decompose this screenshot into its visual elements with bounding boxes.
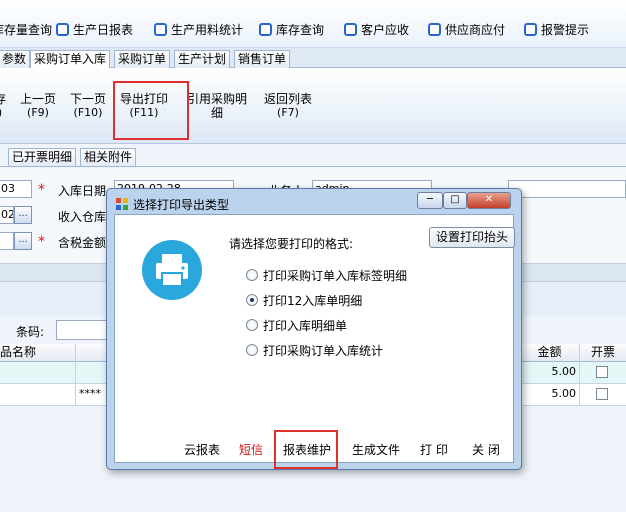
tab-strip: 参数 采购订单入库 采购订单 生产计划 销售订单 xyxy=(0,48,626,69)
radio-option-0[interactable] xyxy=(246,269,258,281)
highlight-export-print xyxy=(113,81,189,140)
setup-print-header-button[interactable]: 设置打印抬头 xyxy=(429,227,515,248)
minimize-icon: ─ xyxy=(426,194,434,205)
dialog-body: 请选择您要打印的格式: 设置打印抬头 打印采购订单入库标签明细 打印12入库单明… xyxy=(114,214,515,463)
warehouse-label: 收入仓库 xyxy=(58,210,107,224)
checkbox-icon xyxy=(259,22,272,36)
currency-lookup-button[interactable]: ... xyxy=(14,232,32,250)
tax-amount-label: 含税金额 xyxy=(58,236,107,250)
quick-link-alarm[interactable]: 报警提示 xyxy=(524,21,589,37)
checkbox-icon xyxy=(428,22,441,36)
supplier-field[interactable]: 02 xyxy=(0,206,14,224)
invoice-checkbox[interactable] xyxy=(596,388,608,400)
required-mark: * xyxy=(38,182,45,198)
col-invoice: 开票 xyxy=(590,345,615,359)
sub-tab-strip: 已开票明细 相关附件 xyxy=(0,147,626,167)
invoice-checkbox[interactable] xyxy=(596,366,608,378)
highlight-report-maintenance xyxy=(274,430,338,469)
generate-file-link[interactable]: 生成文件 xyxy=(352,441,400,458)
sms-link[interactable]: 短信 xyxy=(239,441,263,458)
printer-icon xyxy=(142,240,202,300)
quick-link-receivable[interactable]: 客户应收 xyxy=(344,21,409,37)
minimize-button[interactable]: ─ xyxy=(417,192,443,209)
col-product-name: 品名称 xyxy=(0,344,76,361)
radio-option-3[interactable] xyxy=(246,344,258,356)
row-amount: 5.00 xyxy=(520,384,580,405)
checkbox-icon xyxy=(344,22,357,36)
quick-link-payable[interactable]: 供应商应付 xyxy=(428,21,505,37)
tab-production-plan[interactable]: 生产计划 xyxy=(174,50,231,68)
close-link[interactable]: 关 闭 xyxy=(472,441,500,458)
required-mark: * xyxy=(38,234,45,250)
barcode-label: 条码: xyxy=(16,325,45,339)
dialog-title: 选择打印导出类型 xyxy=(133,198,230,212)
reference-purchase-detail-button[interactable]: 引用采购明 细 xyxy=(187,92,247,120)
tab-invoiced-detail[interactable]: 已开票明细 xyxy=(8,148,77,166)
option-label-2: 打印入库明细单 xyxy=(263,319,348,333)
quick-link-material-stats[interactable]: 生产用料统计 xyxy=(154,21,243,37)
back-to-list-button[interactable]: 返回列表 (F7) xyxy=(264,92,312,120)
checkbox-icon xyxy=(524,22,537,36)
print-export-dialog: 选择打印导出类型 ─ □ ✕ 请选择您要打印的格式: 设置打印抬头 打印采购订单… xyxy=(106,188,522,470)
maximize-icon: □ xyxy=(450,194,460,205)
tab-attachments[interactable]: 相关附件 xyxy=(80,148,137,166)
app-icon xyxy=(116,198,128,210)
next-page-button[interactable]: 下一页 (F10) xyxy=(70,92,106,120)
print-link[interactable]: 打 印 xyxy=(420,441,448,458)
close-window-button[interactable]: ✕ xyxy=(467,192,511,209)
prev-page-button[interactable]: 上一页 (F9) xyxy=(20,92,56,120)
radio-option-1[interactable] xyxy=(246,294,258,306)
radio-option-2[interactable] xyxy=(246,319,258,331)
option-label-1: 打印12入库单明细 xyxy=(263,294,363,308)
tab-sales-order[interactable]: 销售订单 xyxy=(234,50,291,68)
checkbox-icon xyxy=(154,22,167,36)
quick-link-production-daily[interactable]: 生产日报表 xyxy=(56,21,133,37)
option-label-0: 打印采购订单入库标签明细 xyxy=(263,269,408,283)
tab-purchase-order[interactable]: 采购订单 xyxy=(114,50,171,68)
option-label-3: 打印采购订单入库统计 xyxy=(263,344,384,358)
tab-purchase-inbound[interactable]: 采购订单入库 xyxy=(30,50,111,69)
format-prompt: 请选择您要打印的格式: xyxy=(229,237,354,251)
supplier-lookup-button[interactable]: ... xyxy=(14,206,32,224)
quick-link-stock-qty[interactable]: 库存量查询 xyxy=(0,21,52,37)
close-icon: ✕ xyxy=(484,194,494,205)
entry-date-label: 入库日期 xyxy=(58,184,107,198)
code-field[interactable]: 03 xyxy=(0,180,32,198)
tab-params[interactable]: 参数 xyxy=(0,50,31,68)
quick-links-bar: 库存量查询 生产日报表 生产用料统计 库存查询 客户应收 供应商应付 报警提示 xyxy=(0,0,626,48)
row-amount: 5.00 xyxy=(520,362,580,383)
checkbox-icon xyxy=(56,22,69,36)
other-field[interactable] xyxy=(508,180,626,198)
save-button[interactable]: 存 ) xyxy=(0,92,6,120)
toolbar: 存 ) 上一页 (F9) 下一页 (F10) 导出打印 (F11) 引用采购明 … xyxy=(0,68,626,144)
cloud-report-link[interactable]: 云报表 xyxy=(184,441,220,458)
currency-field[interactable] xyxy=(0,232,14,250)
col-amount: 金额 xyxy=(520,344,580,361)
maximize-button[interactable]: □ xyxy=(443,192,467,209)
quick-link-inventory[interactable]: 库存查询 xyxy=(259,21,324,37)
